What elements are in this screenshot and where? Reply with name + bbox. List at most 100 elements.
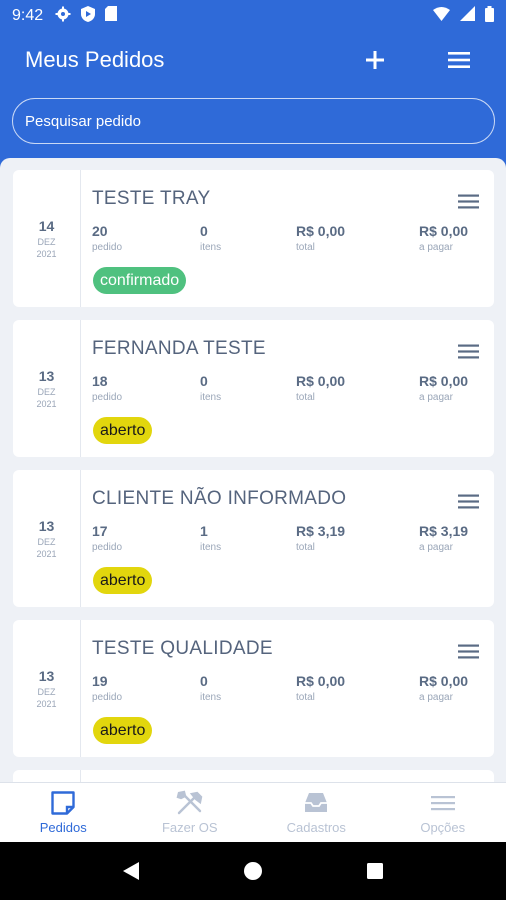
order-date: 13 DEZ 2021: [13, 320, 81, 457]
order-items-stat: 0 itens: [200, 223, 221, 253]
order-items-label: itens: [200, 392, 222, 403]
hamburger-menu-icon: [457, 644, 479, 658]
order-number-stat: 18 pedido: [92, 373, 122, 403]
order-items-label: itens: [200, 692, 222, 703]
status-badge: aberto: [93, 417, 153, 444]
order-date: [13, 770, 81, 782]
order-to-pay-label: a pagar: [419, 242, 453, 253]
order-items: 0: [200, 223, 208, 239]
order-number: 20: [92, 223, 108, 239]
order-total-label: total: [296, 542, 315, 553]
status-badge: aberto: [93, 567, 153, 594]
order-month: DEZ: [37, 237, 56, 247]
order-to-pay: R$ 0,00: [419, 373, 469, 389]
order-total-stat: R$ 3,19 total: [296, 523, 345, 553]
nav-item-label: Cadastros: [286, 820, 346, 835]
order-card[interactable]: 14 DEZ 2021 TESTE TRAY 20 pedido 0 itens…: [13, 170, 494, 307]
nav-item-cadastros[interactable]: Cadastros: [253, 783, 380, 842]
order-to-pay: R$ 0,00: [419, 223, 469, 239]
nav-item-opcoes[interactable]: Opções: [380, 783, 506, 842]
order-card[interactable]: 13 DEZ 2021 CLIENTE NÃO INFORMADO 17 ped…: [13, 470, 494, 607]
order-total-stat: R$ 0,00 total: [296, 673, 345, 703]
nav-item-pedidos[interactable]: Pedidos: [0, 783, 127, 842]
order-to-pay-stat: R$ 0,00 a pagar: [419, 373, 468, 403]
recents-square-icon: [367, 863, 384, 879]
tools-icon: [176, 790, 203, 815]
order-card[interactable]: 13 DEZ 2021 FERNANDA TESTE 18 pedido 0 i…: [13, 320, 494, 457]
order-menu-button[interactable]: [454, 340, 482, 362]
nav-item-label: Opções: [420, 820, 466, 835]
order-items: 0: [200, 373, 208, 389]
orders-list: 14 DEZ 2021 TESTE TRAY 20 pedido 0 itens…: [0, 158, 506, 782]
shield-play-icon: [81, 5, 96, 27]
wifi-icon: [433, 6, 450, 26]
status-bar: 9:42: [0, 0, 506, 32]
order-number: 18: [92, 373, 108, 389]
order-to-pay: R$ 3,19: [419, 523, 469, 539]
home-button[interactable]: [243, 861, 263, 881]
order-date: 13 DEZ 2021: [13, 470, 81, 607]
order-year: 2021: [36, 549, 57, 559]
order-to-pay: R$ 0,00: [419, 673, 469, 689]
order-total-stat: R$ 0,00 total: [296, 373, 345, 403]
status-badge: confirmado: [93, 267, 187, 294]
signal-icon: [460, 6, 475, 26]
search-input[interactable]: [25, 112, 482, 130]
order-total-label: total: [296, 692, 315, 703]
search-bar: [12, 98, 495, 144]
order-client-name: FERNANDA TESTE: [92, 338, 266, 359]
battery-icon: [485, 5, 494, 27]
order-day: 14: [38, 218, 55, 234]
order-total-stat: R$ 0,00 total: [296, 223, 345, 253]
order-menu-button[interactable]: [454, 490, 482, 512]
order-date: 14 DEZ 2021: [13, 170, 81, 307]
order-total: R$ 3,19: [296, 523, 346, 539]
order-items-stat: 1 itens: [200, 523, 221, 553]
hamburger-menu-icon: [448, 52, 470, 68]
order-items-stat: 0 itens: [200, 673, 221, 703]
nav-item-label: Pedidos: [39, 820, 87, 835]
nav-item-fazer-os[interactable]: Fazer OS: [127, 783, 254, 842]
back-button[interactable]: [122, 861, 140, 881]
home-circle-icon: [243, 862, 262, 880]
order-number-label: pedido: [92, 692, 123, 703]
order-to-pay-stat: R$ 0,00 a pagar: [419, 223, 468, 253]
order-items: 0: [200, 673, 208, 689]
order-month: DEZ: [37, 537, 56, 547]
order-total: R$ 0,00: [296, 223, 346, 239]
hamburger-menu-icon: [457, 494, 479, 508]
order-to-pay-label: a pagar: [419, 692, 453, 703]
settings-gear-icon: [55, 6, 71, 27]
order-items-label: itens: [200, 542, 222, 553]
order-items: 1: [200, 523, 208, 539]
order-client-name: CLIENTE NÃO INFORMADO: [92, 488, 347, 509]
menu-icon: [430, 796, 455, 811]
system-navigation-bar: [0, 842, 506, 900]
order-menu-button[interactable]: [454, 640, 482, 662]
order-day: 13: [38, 368, 55, 384]
page-title: Meus Pedidos: [25, 47, 165, 72]
order-number-label: pedido: [92, 392, 123, 403]
order-year: 2021: [36, 249, 57, 259]
order-number-label: pedido: [92, 242, 123, 253]
order-to-pay-label: a pagar: [419, 542, 453, 553]
order-day: 13: [38, 518, 55, 534]
back-triangle-icon: [122, 862, 139, 880]
orders-icon: [51, 791, 75, 815]
order-card[interactable]: 13 DEZ 2021 TESTE QUALIDADE 19 pedido 0 …: [13, 620, 494, 757]
order-card[interactable]: [13, 770, 494, 782]
status-badge: aberto: [93, 717, 153, 744]
order-number-stat: 19 pedido: [92, 673, 122, 703]
order-number-stat: 20 pedido: [92, 223, 122, 253]
sd-card-icon: [105, 6, 118, 26]
header-menu-button[interactable]: [437, 38, 481, 82]
order-date: 13 DEZ 2021: [13, 620, 81, 757]
hamburger-menu-icon: [457, 344, 479, 358]
add-order-button[interactable]: [353, 38, 397, 82]
order-to-pay-label: a pagar: [419, 392, 453, 403]
order-to-pay-stat: R$ 3,19 a pagar: [419, 523, 468, 553]
order-menu-button[interactable]: [454, 190, 482, 212]
order-day: 13: [38, 668, 55, 684]
recents-button[interactable]: [366, 862, 384, 880]
inbox-icon: [305, 793, 328, 812]
